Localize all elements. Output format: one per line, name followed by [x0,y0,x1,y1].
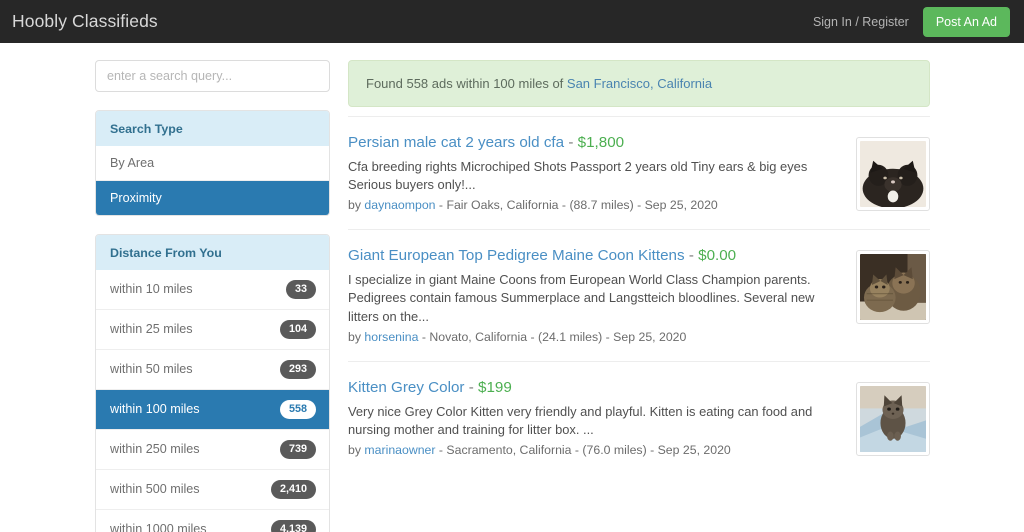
results-summary-banner: Found 558 ads within 100 miles of San Fr… [348,60,930,107]
listing-body: Kitten Grey Color - $199 Very nice Grey … [348,378,856,457]
sidebar-item-within-50-miles[interactable]: within 50 miles 293 [96,349,329,389]
seller-link[interactable]: marinaowner [364,443,435,457]
location-link[interactable]: San Francisco, California [567,76,712,91]
sidebar-item-within-100-miles[interactable]: within 100 miles 558 [96,389,329,429]
listing-body: Giant European Top Pedigree Maine Coon K… [348,246,856,344]
site-brand[interactable]: Hoobly Classifieds [12,11,158,32]
status-badge: 2,410 [271,480,316,499]
sign-in-register-link[interactable]: Sign In / Register [813,15,909,29]
top-navbar: Hoobly Classifieds Sign In / Register Po… [0,0,1024,43]
page-body: Search Type By Area Proximity Distance F… [0,43,1024,532]
status-badge: 739 [280,440,316,459]
listing-meta: by horsenina - Novato, California - (24.… [348,330,834,344]
status-badge: 104 [280,320,316,339]
panel-search-type: Search Type By Area Proximity [95,110,330,216]
listing-title-link[interactable]: Persian male cat 2 years old cfa [348,134,564,151]
listing-description: Cfa breeding rights Microchiped Shots Pa… [348,158,834,195]
results-column: Found 558 ads within 100 miles of San Fr… [348,60,930,532]
status-badge: 4,139 [271,520,316,532]
listing-description: I specialize in giant Maine Coons from E… [348,271,834,326]
listing-separator: - [568,134,573,151]
listing-title-link[interactable]: Giant European Top Pedigree Maine Coon K… [348,247,685,264]
list-item[interactable]: Giant European Top Pedigree Maine Coon K… [348,229,930,361]
sidebar-item-within-1000-miles[interactable]: within 1000 miles 4,139 [96,509,329,532]
sidebar-item-label: within 25 miles [110,322,193,336]
sidebar-item-label: within 250 miles [110,442,200,456]
filters-sidebar: Search Type By Area Proximity Distance F… [95,60,330,532]
sidebar-item-label: within 100 miles [110,402,200,416]
listing-title-line: Kitten Grey Color - $199 [348,378,834,398]
listing-meta-rest: - Sacramento, California - (76.0 miles) … [436,443,731,457]
sidebar-item-proximity[interactable]: Proximity [96,180,329,215]
listing-meta-rest: - Fair Oaks, California - (88.7 miles) -… [436,198,718,212]
listing-meta-rest: - Novato, California - (24.1 miles) - Se… [418,330,686,344]
post-an-ad-button[interactable]: Post An Ad [923,7,1010,37]
sidebar-item-label: within 1000 miles [110,522,207,532]
sidebar-item-label: within 50 miles [110,362,193,376]
results-summary-text: Found 558 ads within 100 miles of [366,76,567,91]
sidebar-item-within-250-miles[interactable]: within 250 miles 739 [96,429,329,469]
status-badge: 33 [286,280,316,299]
listing-separator: - [469,379,474,396]
listing-price: $0.00 [698,247,736,264]
distance-list: within 10 miles 33 within 25 miles 104 w… [96,270,329,532]
listing-meta: by daynaompon - Fair Oaks, California - … [348,198,834,212]
sidebar-item-within-25-miles[interactable]: within 25 miles 104 [96,309,329,349]
grey-kitten-image [860,386,926,452]
search-type-list: By Area Proximity [96,146,329,215]
listing-thumbnail[interactable] [856,382,930,456]
listing-price: $199 [478,379,512,396]
list-item[interactable]: Kitten Grey Color - $199 Very nice Grey … [348,361,930,474]
listing-title-line: Persian male cat 2 years old cfa - $1,80… [348,133,834,153]
persian-cat-thumbnail [860,141,926,207]
listing-meta-by: by [348,443,364,457]
listing-description: Very nice Grey Color Kitten very friendl… [348,403,834,440]
sidebar-item-label: within 500 miles [110,482,200,496]
sidebar-item-within-500-miles[interactable]: within 500 miles 2,410 [96,469,329,509]
sidebar-item-by-area[interactable]: By Area [96,146,329,180]
listing-price: $1,800 [578,134,624,151]
sidebar-item-label: within 10 miles [110,282,193,296]
persian-cat-image [860,141,926,207]
grey-kitten-thumbnail [860,386,926,452]
navbar-right-group: Sign In / Register Post An Ad [813,7,1010,37]
search-input[interactable] [95,60,330,92]
listing-separator: - [689,247,694,264]
listing-title-line: Giant European Top Pedigree Maine Coon K… [348,246,834,266]
listing-thumbnail[interactable] [856,250,930,324]
listing-meta-by: by [348,330,364,344]
listing-body: Persian male cat 2 years old cfa - $1,80… [348,133,856,212]
listing-meta: by marinaowner - Sacramento, California … [348,443,834,457]
status-badge: 293 [280,360,316,379]
sidebar-item-within-10-miles[interactable]: within 10 miles 33 [96,270,329,309]
panel-title-distance: Distance From You [96,235,329,270]
seller-link[interactable]: horsenina [364,330,418,344]
list-item[interactable]: Persian male cat 2 years old cfa - $1,80… [348,116,930,229]
sidebar-item-label: Proximity [110,191,162,205]
panel-distance-from-you: Distance From You within 10 miles 33 wit… [95,234,330,532]
maine-coon-kittens-thumbnail [860,254,926,320]
listing-title-link[interactable]: Kitten Grey Color [348,379,464,396]
sidebar-item-label: By Area [110,156,154,170]
seller-link[interactable]: daynaompon [364,198,435,212]
maine-coon-image [860,254,926,320]
status-badge: 558 [280,400,316,419]
panel-title-search-type: Search Type [96,111,329,146]
listing-thumbnail[interactable] [856,137,930,211]
listing-meta-by: by [348,198,364,212]
